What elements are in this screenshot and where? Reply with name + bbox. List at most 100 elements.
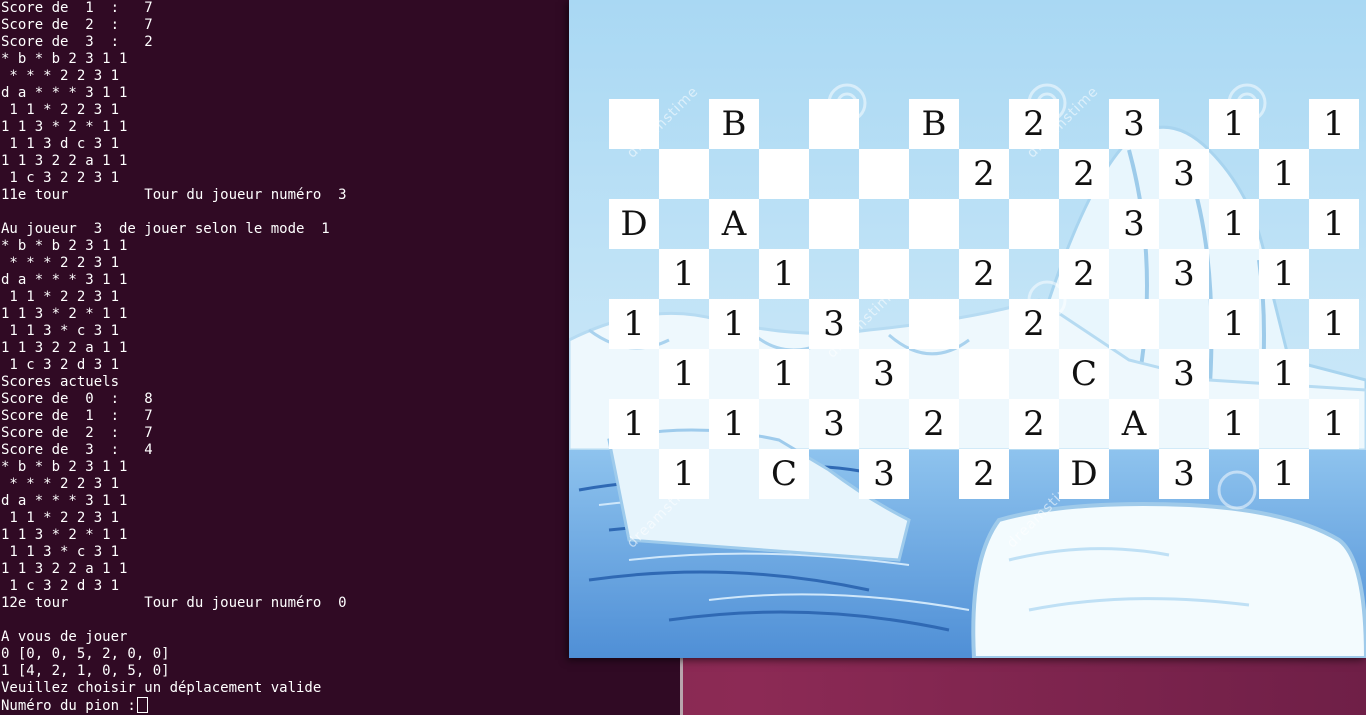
- terminal-line: Score de 3 : 2: [1, 34, 153, 50]
- board-cell[interactable]: 1: [709, 399, 759, 449]
- board-cell[interactable]: 1: [1309, 199, 1359, 249]
- board-cell[interactable]: C: [759, 449, 809, 499]
- board-cell[interactable]: [909, 199, 959, 249]
- terminal-line: d a * * * 3 1 1: [1, 85, 128, 101]
- terminal-line: 1 1 3 2 2 a 1 1: [1, 340, 128, 356]
- terminal-line: d a * * * 3 1 1: [1, 493, 128, 509]
- terminal-line: 1 1 * 2 2 3 1: [9, 289, 120, 305]
- board-cell[interactable]: 3: [859, 349, 909, 399]
- board-cell[interactable]: 3: [1159, 449, 1209, 499]
- board-cell[interactable]: 1: [1309, 299, 1359, 349]
- board-cell[interactable]: 3: [859, 449, 909, 499]
- board-cell[interactable]: A: [709, 199, 759, 249]
- terminal-line: Veuillez choisir un déplacement valide: [1, 680, 322, 696]
- terminal-line: 1 1 3 d c 3 1: [9, 136, 120, 152]
- board-cell[interactable]: 1: [709, 299, 759, 349]
- terminal-line: 1 c 3 2 d 3 1: [9, 578, 120, 594]
- board-cell[interactable]: 1: [1259, 249, 1309, 299]
- terminal-line: 1 c 3 2 d 3 1: [9, 357, 120, 373]
- board-cell[interactable]: 1: [1309, 399, 1359, 449]
- board-cell[interactable]: [809, 199, 859, 249]
- board-cell[interactable]: [1109, 299, 1159, 349]
- terminal-line: 1 1 3 2 2 a 1 1: [1, 561, 128, 577]
- board-cell[interactable]: 3: [1159, 149, 1209, 199]
- terminal-line: 1 1 3 * c 3 1: [9, 323, 120, 339]
- board-cell[interactable]: 1: [1209, 199, 1259, 249]
- board-cell[interactable]: [859, 249, 909, 299]
- terminal-line: Score de 3 : 4: [1, 442, 153, 458]
- terminal-line: * * * 2 2 3 1: [9, 476, 120, 492]
- board-cell[interactable]: 1: [609, 299, 659, 349]
- board-cell[interactable]: 2: [959, 149, 1009, 199]
- terminal-line: Score de 2 : 7: [1, 17, 153, 33]
- terminal-line: Scores actuels: [1, 374, 120, 390]
- board-cell[interactable]: 2: [959, 249, 1009, 299]
- board-cell[interactable]: 1: [659, 449, 709, 499]
- board-cell[interactable]: [659, 149, 709, 199]
- board-cell[interactable]: 3: [809, 399, 859, 449]
- board-cell[interactable]: 3: [1109, 99, 1159, 149]
- board-cell[interactable]: 1: [659, 349, 709, 399]
- board-cell[interactable]: [1009, 199, 1059, 249]
- text-cursor[interactable]: [136, 697, 148, 713]
- terminal-line: Score de 1 : 7: [1, 0, 153, 16]
- board-cell[interactable]: 3: [1159, 249, 1209, 299]
- board-cell[interactable]: 3: [1159, 349, 1209, 399]
- board-cell[interactable]: 2: [1009, 399, 1059, 449]
- terminal-line: 1 1 3 * 2 * 1 1: [1, 119, 128, 135]
- board-cell[interactable]: [609, 99, 659, 149]
- terminal-line: * b * b 2 3 1 1: [1, 238, 128, 254]
- board-cell[interactable]: 2: [1059, 149, 1109, 199]
- terminal-line: Score de 2 : 7: [1, 425, 153, 441]
- terminal-line: * b * b 2 3 1 1: [1, 459, 128, 475]
- board-cell[interactable]: [909, 299, 959, 349]
- window-edge: [680, 658, 683, 715]
- board-cell[interactable]: C: [1059, 349, 1109, 399]
- board-cell[interactable]: 1: [759, 349, 809, 399]
- board-cell[interactable]: 2: [1059, 249, 1109, 299]
- terminal-line: 1 c 3 2 2 3 1: [9, 170, 120, 186]
- terminal-line: 0 [0, 0, 5, 2, 0, 0]: [1, 646, 170, 662]
- game-window[interactable]: dreamstime dreamstime dreamstime dreamst…: [569, 0, 1366, 658]
- terminal-line: 1 [4, 2, 1, 0, 5, 0]: [1, 663, 170, 679]
- board-cell[interactable]: 3: [1109, 199, 1159, 249]
- board-cell[interactable]: D: [1059, 449, 1109, 499]
- board-cell[interactable]: 1: [1259, 149, 1309, 199]
- board-cell[interactable]: A: [1109, 399, 1159, 449]
- terminal-line: Score de 1 : 7: [1, 408, 153, 424]
- terminal-line: 1 1 3 * 2 * 1 1: [1, 306, 128, 322]
- terminal-line: 1 1 * 2 2 3 1: [9, 102, 120, 118]
- board-cell[interactable]: 1: [759, 249, 809, 299]
- board-cell[interactable]: D: [609, 199, 659, 249]
- board-cell[interactable]: [959, 349, 1009, 399]
- board-cell[interactable]: 1: [609, 399, 659, 449]
- board-cell[interactable]: [809, 99, 859, 149]
- terminal-lines: Score de 1 : 7 Score de 2 : 7 Score de 3…: [1, 0, 347, 696]
- terminal-line: * * * 2 2 3 1: [9, 68, 120, 84]
- terminal-line: 1 1 3 * 2 * 1 1: [1, 527, 128, 543]
- board-cell[interactable]: [859, 149, 909, 199]
- terminal-line: 12e tour Tour du joueur numéro 0: [1, 595, 347, 611]
- game-board: BB23112231DA311112231113211113C3111322A1…: [569, 0, 1366, 658]
- board-cell[interactable]: B: [909, 99, 959, 149]
- board-cell[interactable]: 2: [1009, 99, 1059, 149]
- board-cell[interactable]: 1: [1209, 299, 1259, 349]
- terminal-line: Score de 0 : 8: [1, 391, 153, 407]
- board-cell[interactable]: 1: [1209, 99, 1259, 149]
- board-cell[interactable]: 1: [1259, 449, 1309, 499]
- terminal-line: 1 1 3 * c 3 1: [9, 544, 120, 560]
- board-cell[interactable]: B: [709, 99, 759, 149]
- terminal-prompt: Numéro du pion :: [1, 698, 136, 714]
- board-cell[interactable]: 2: [909, 399, 959, 449]
- board-cell[interactable]: [759, 149, 809, 199]
- board-cell[interactable]: 1: [1309, 99, 1359, 149]
- terminal-line: 1 1 * 2 2 3 1: [9, 510, 120, 526]
- board-cell[interactable]: 1: [1209, 399, 1259, 449]
- board-cell[interactable]: 1: [659, 249, 709, 299]
- board-cell[interactable]: 1: [1259, 349, 1309, 399]
- terminal-line: * b * b 2 3 1 1: [1, 51, 128, 67]
- board-cell[interactable]: 3: [809, 299, 859, 349]
- terminal-line: d a * * * 3 1 1: [1, 272, 128, 288]
- board-cell[interactable]: 2: [1009, 299, 1059, 349]
- board-cell[interactable]: 2: [959, 449, 1009, 499]
